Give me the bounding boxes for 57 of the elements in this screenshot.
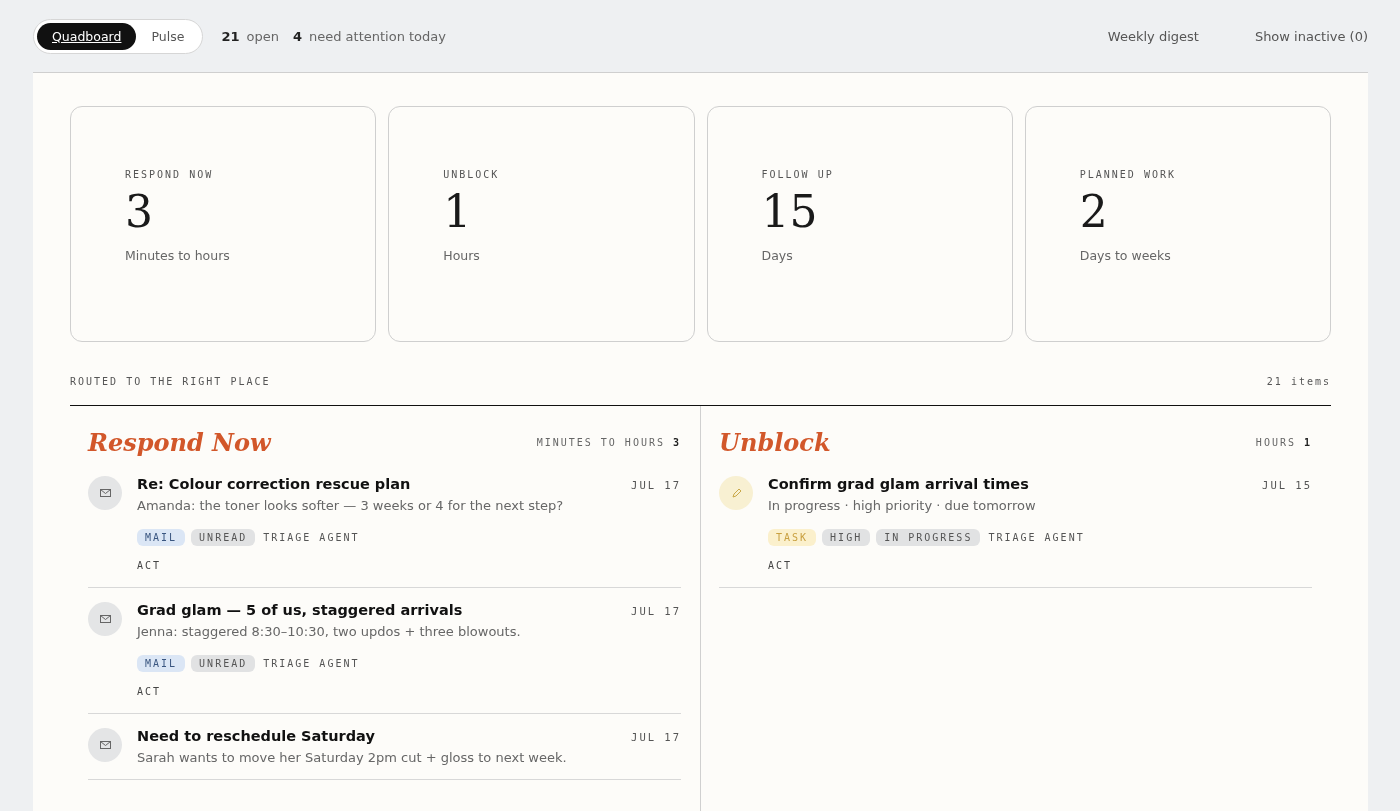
view-tab[interactable]: Quadboard bbox=[37, 22, 137, 50]
summary-count: 4 bbox=[292, 28, 302, 44]
item-snippet: Jenna: staggered 8:30–10:30, two updos + three blowouts. bbox=[137, 624, 522, 639]
item-tag: UNREAD bbox=[191, 655, 256, 672]
envelope-icon bbox=[99, 615, 111, 623]
view-tab[interactable]: Pulse bbox=[136, 22, 200, 50]
item-date: JUL 17 bbox=[631, 479, 681, 491]
lane-range: HOURS bbox=[1255, 436, 1296, 448]
item-tag: IN PROGRESS bbox=[876, 529, 981, 546]
item-snippet: Sarah wants to move her Saturday 2pm cut + gloss to next week. bbox=[137, 750, 568, 765]
stat-caption: Hours bbox=[443, 248, 481, 263]
envelope-icon bbox=[99, 489, 111, 497]
item-date: JUL 17 bbox=[631, 731, 681, 743]
item-count: 21 items bbox=[1266, 376, 1331, 387]
item-title[interactable]: Re: Colour correction rescue plan bbox=[137, 476, 411, 492]
summary-count: 21 bbox=[221, 28, 240, 44]
stat-caption: Days bbox=[761, 248, 794, 263]
stat-label: PLANNED WORK bbox=[1079, 169, 1177, 180]
header-link[interactable]: Show inactive (0) bbox=[1254, 28, 1368, 44]
stat-value: 3 bbox=[125, 190, 154, 234]
item-date: JUL 15 bbox=[1262, 479, 1312, 491]
stat-caption: Minutes to hours bbox=[125, 248, 231, 263]
stat-caption: Days to weeks bbox=[1079, 248, 1172, 263]
stat-label: RESPOND NOW bbox=[125, 169, 215, 180]
item-tag: TASK bbox=[768, 529, 817, 546]
agent-label: TRIAGE AGENT bbox=[262, 531, 361, 545]
act-link[interactable]: ACT bbox=[137, 686, 162, 697]
header-link[interactable]: Weekly digest bbox=[1107, 28, 1199, 44]
act-link[interactable]: ACT bbox=[137, 560, 162, 571]
agent-label: TRIAGE AGENT bbox=[987, 531, 1086, 545]
stat-value: 1 bbox=[443, 190, 473, 234]
act-link[interactable]: ACT bbox=[768, 560, 793, 571]
lane-title: Respond Now bbox=[88, 427, 271, 457]
section-title: ROUTED TO THE RIGHT PLACE bbox=[70, 376, 271, 387]
lane-count: 3 bbox=[672, 436, 681, 448]
item-title[interactable]: Grad glam — 5 of us, staggered arrivals bbox=[137, 602, 463, 618]
stat-label: FOLLOW UP bbox=[761, 169, 835, 180]
agent-label: TRIAGE AGENT bbox=[262, 657, 361, 671]
pencil-icon bbox=[730, 487, 742, 499]
envelope-icon bbox=[99, 741, 111, 749]
summary-label: open bbox=[246, 28, 279, 44]
lane-title: Unblock bbox=[719, 427, 831, 457]
summary-label: need attention today bbox=[308, 28, 446, 44]
item-title[interactable]: Need to reschedule Saturday bbox=[137, 728, 375, 744]
item-snippet: In progress · high priority · due tomorrow bbox=[768, 498, 1037, 513]
stat-value: 15 bbox=[761, 190, 819, 234]
item-tag: UNREAD bbox=[191, 529, 256, 546]
lane-count: 1 bbox=[1303, 436, 1312, 448]
item-title[interactable]: Confirm grad glam arrival times bbox=[768, 476, 1029, 492]
item-snippet: Amanda: the toner looks softer — 3 weeks or 4 for the next step? bbox=[137, 498, 565, 513]
stat-label: UNBLOCK bbox=[443, 169, 501, 180]
stat-value: 2 bbox=[1079, 190, 1109, 234]
item-tag: MAIL bbox=[137, 529, 186, 546]
item-tag: MAIL bbox=[137, 655, 186, 672]
item-tag: HIGH bbox=[822, 529, 871, 546]
lane-range: MINUTES TO HOURS bbox=[536, 436, 665, 448]
item-date: JUL 17 bbox=[631, 605, 681, 617]
